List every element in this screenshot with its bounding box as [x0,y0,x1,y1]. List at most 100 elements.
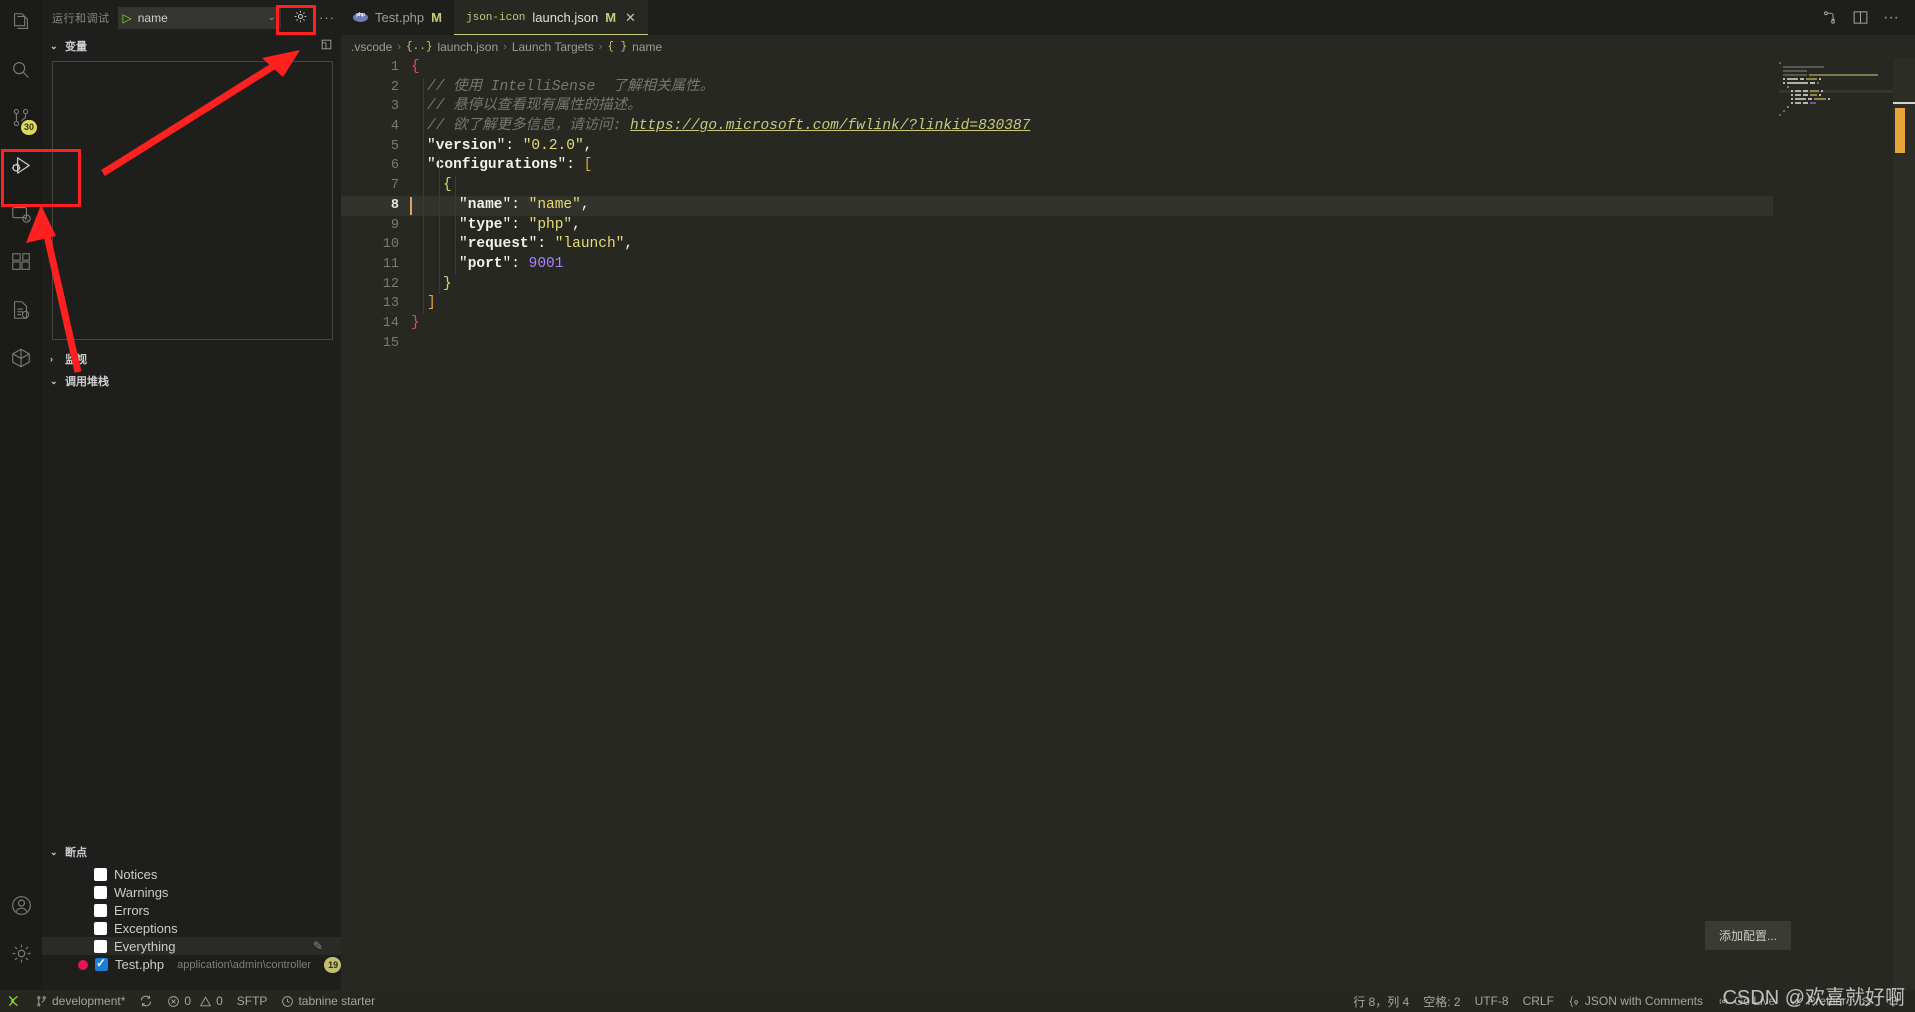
breakpoint-item-notices[interactable]: Notices [42,865,341,883]
overview-ruler-scrollbar[interactable] [1893,58,1915,990]
breakpoint-label: Warnings [114,884,169,900]
breadcrumb-item-launch-targets[interactable]: Launch Targets [512,40,594,54]
split-editor-right-icon[interactable] [1852,9,1869,26]
code-token: // 悬停以查看现有属性的描述。 [427,98,642,115]
activity-item-extensions[interactable] [0,240,42,288]
code-line[interactable]: 11 "port": 9001 [341,255,1915,275]
code-line[interactable]: 8 "name": "name", [341,195,1915,216]
code-line[interactable]: 4 // 欲了解更多信息，请访问: https://go.microsoft.co… [341,117,1915,137]
pencil-icon[interactable]: ✎ [313,939,323,953]
sidebar-more-actions-button[interactable]: ··· [319,7,335,29]
minimap-segment [1779,62,1781,64]
status-branch[interactable]: development* [28,990,132,1012]
breakpoint-item-errors[interactable]: Errors [42,901,341,919]
checkbox[interactable] [94,921,107,935]
open-in-editor-icon[interactable] [320,38,333,54]
activity-item-explorer[interactable] [0,0,42,48]
minimap-line [1779,82,1893,85]
status-remote-indicator[interactable] [0,990,28,1012]
breadcrumb-item-name[interactable]: name [632,40,662,54]
code-line[interactable]: 13] [341,294,1915,314]
section-callstack-label: 调用堆栈 [65,376,109,388]
code-token: " [459,196,468,213]
code-line[interactable]: 9 "type": "php", [341,216,1915,236]
code-lines[interactable]: 1{2// 使用 IntelliSense 了解相关属性。 3// 悬停以查看现有… [341,58,1915,353]
indent-guide [455,176,456,275]
code-line[interactable]: 3 // 悬停以查看现有属性的描述。 [341,97,1915,117]
activity-item-test-explorer[interactable] [0,288,42,336]
code-line[interactable]: 1{ [341,58,1915,78]
section-variables[interactable]: ⌄ 变量 [42,35,341,57]
status-tabnine-icon-item[interactable] [1853,990,1880,1012]
add-configuration-button[interactable]: 添加配置... [1704,921,1791,950]
variables-panel[interactable] [52,61,333,340]
more-actions-icon[interactable]: ··· [1883,9,1899,27]
editor-tab-test-php[interactable]: Test.php M [341,0,454,35]
vscode-window: 30 运行和调试 ▷ name ⌄ ··· ⌄ 变量 › 监视 ⌄ 调用堆栈 ⌄… [0,0,1915,1012]
code-editor[interactable]: 1{2// 使用 IntelliSense 了解相关属性。 3// 悬停以查看现有… [341,58,1915,990]
source-control-badge: 30 [20,120,37,135]
status-eol-label: CRLF [1522,994,1554,1008]
breakpoint-item-exceptions[interactable]: Exceptions [42,919,341,937]
line-number: 6 [390,158,399,174]
minimap-line [1779,114,1893,117]
breakpoint-item-warnings[interactable]: Warnings [42,883,341,901]
activity-item-run-and-debug[interactable] [0,144,42,192]
code-line[interactable]: 15 [341,334,1915,354]
activity-item-manage-settings[interactable] [0,932,42,980]
code-token: version [435,137,497,154]
checkbox[interactable] [94,885,107,899]
status-problems[interactable]: 0 0 [160,990,229,1012]
code-token[interactable]: https://go.microsoft.com/fwlink/?linkid=… [630,118,1030,134]
status-cursor-position[interactable]: 行 8，列 4 [1346,990,1416,1012]
run-file-icon[interactable] [1821,9,1838,26]
breakpoint-item-everything[interactable]: Everything ✎ [42,937,341,955]
checkbox[interactable] [94,867,107,881]
status-sync[interactable] [132,990,160,1012]
code-line[interactable]: 6 "configurations": [ [341,156,1915,176]
activity-item-source-control[interactable]: 30 [0,96,42,144]
code-line[interactable]: 5 "version": "0.2.0", [341,137,1915,157]
status-sftp[interactable]: SFTP [230,990,275,1012]
checkbox[interactable] [94,939,107,953]
close-icon[interactable]: ✕ [625,10,636,26]
scrollbar-thumb[interactable] [1895,108,1905,153]
status-prettier[interactable]: Prettier [1782,990,1853,1012]
checkbox[interactable] [95,956,108,971]
activity-item-search[interactable] [0,48,42,96]
code-line[interactable]: 7{ [341,176,1915,196]
launch-configuration-select[interactable]: ▷ name ⌄ [117,6,281,29]
status-indentation[interactable]: 空格: 2 [1416,990,1467,1012]
section-watch[interactable]: › 监视 [42,348,341,370]
status-sftp-label: SFTP [236,994,268,1008]
minimap[interactable] [1773,58,1893,990]
editor-tab-launch-json[interactable]: json-icon launch.json M ✕ [454,0,648,35]
section-watch-label: 监视 [65,354,87,366]
breadcrumb-item-vscode[interactable]: .vscode [351,40,392,54]
minimap-line [1779,70,1893,73]
status-tabnine[interactable]: tabnine starter [274,990,382,1012]
section-breakpoints[interactable]: ⌄ 断点 [42,841,341,863]
docker-cube-icon [10,347,32,374]
activity-item-docker[interactable] [0,336,42,384]
activity-item-remote-explorer[interactable] [0,192,42,240]
status-go-live-label: Go Live [1733,994,1776,1008]
breakpoint-item-file[interactable]: Test.php application\admin\controller 19 [42,955,342,974]
status-language-mode[interactable]: JSON with Comments [1561,990,1710,1012]
minimap-segment [1783,110,1785,112]
status-go-live[interactable]: Go Live [1710,990,1782,1012]
breadcrumb-item-launch-json[interactable]: launch.json [437,40,498,54]
section-callstack[interactable]: ⌄ 调用堆栈 [42,370,341,392]
code-line[interactable]: 10 "request": "launch", [341,235,1915,255]
checkbox[interactable] [94,903,107,917]
status-notifications[interactable] [1880,990,1907,1012]
status-eol[interactable]: CRLF [1516,990,1561,1012]
tab-dirty-indicator: M [431,10,442,25]
line-number: 11 [382,256,399,272]
open-launch-settings-button[interactable] [289,7,311,29]
code-line[interactable]: 2 // 使用 IntelliSense 了解相关属性。 [341,78,1915,98]
activity-item-accounts[interactable] [0,884,42,932]
status-encoding[interactable]: UTF-8 [1468,990,1516,1012]
code-line[interactable]: 14} [341,314,1915,334]
code-line[interactable]: 12} [341,275,1915,295]
